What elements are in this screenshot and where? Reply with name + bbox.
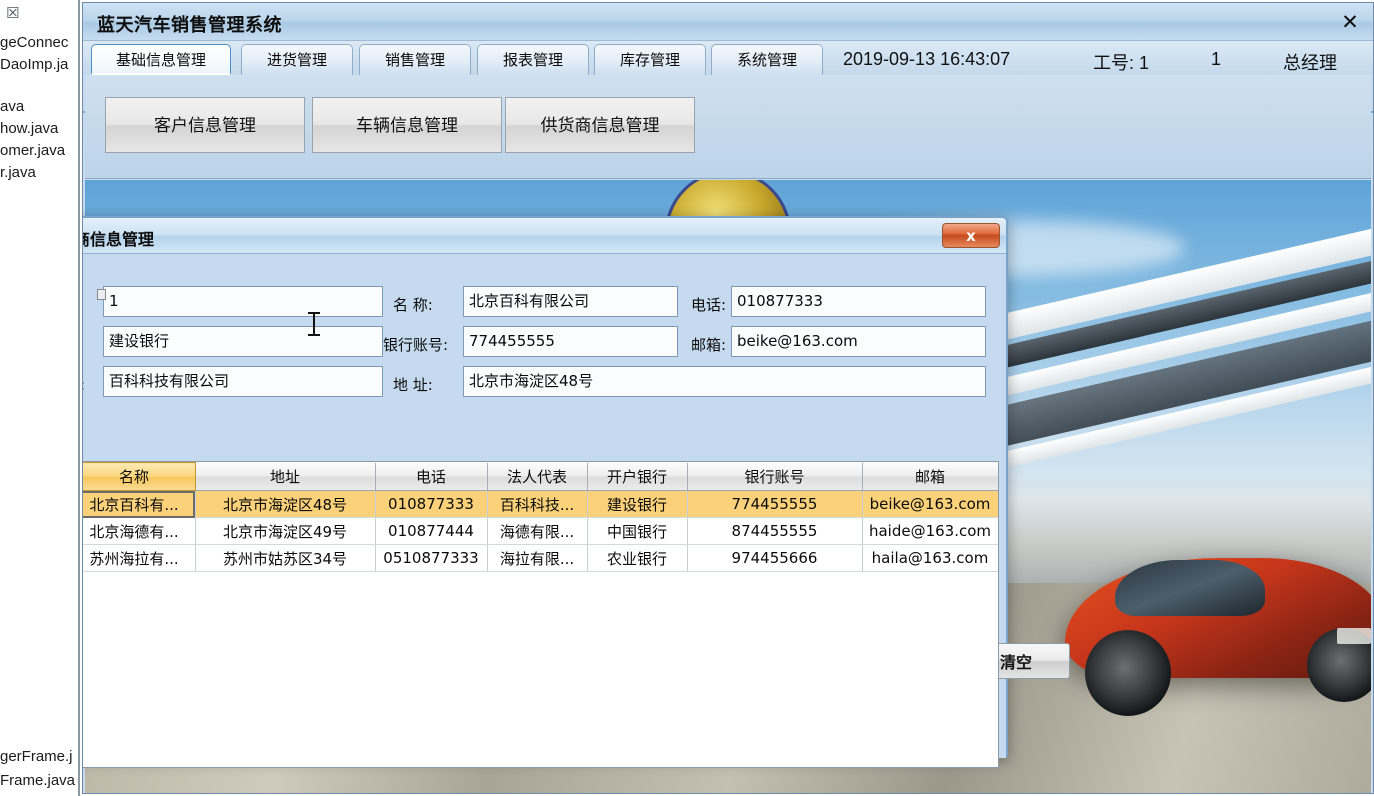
- cell-phone[interactable]: 0510877333: [375, 544, 488, 572]
- input-email[interactable]: beike@163.com: [731, 326, 986, 357]
- main-application-window: 蓝天汽车销售管理系统 ✕ 基础信息管理 进货管理 销售管理 报表管理 库存管理 …: [82, 2, 1374, 794]
- label-address: 地 址:: [393, 376, 433, 394]
- main-window-titlebar: 蓝天汽车销售管理系统 ✕: [83, 3, 1373, 41]
- car-wheel-shape: [1085, 630, 1171, 716]
- ide-file-item[interactable]: Frame.java: [0, 772, 75, 789]
- column-header-account[interactable]: 银行账号: [687, 462, 863, 491]
- basic-info-toolbar-panel: 客户信息管理 车辆信息管理 供货商信息管理: [85, 75, 1371, 179]
- cell-name[interactable]: 苏州海拉有...: [83, 544, 196, 572]
- tab-inventory[interactable]: 库存管理: [594, 44, 706, 75]
- tab-system[interactable]: 系统管理: [711, 44, 823, 75]
- supplier-table[interactable]: 编号 名称 地址 电话 法人代表 开户银行 银行账号 邮箱: [83, 461, 999, 768]
- supplier-info-dialog: ★ 供货商信息管理 x 编 号: 1 名 称: 北京百科有限公司 电话: 010…: [83, 216, 1070, 768]
- app-title: 蓝天汽车销售管理系统: [97, 15, 282, 36]
- dialog-body: 编 号: 1 名 称: 北京百科有限公司 电话: 010877333 开户银行 …: [83, 254, 1070, 768]
- column-header-address[interactable]: 地址: [195, 462, 376, 491]
- label-legal: 法人代表:: [83, 374, 85, 396]
- clear-button-label: 清空: [999, 653, 1032, 672]
- input-legal[interactable]: 百科科技有限公司: [103, 366, 383, 397]
- input-bank[interactable]: 建设银行: [103, 326, 383, 357]
- cell-account[interactable]: 874455555: [687, 517, 863, 545]
- ide-file-item[interactable]: r.java: [0, 164, 36, 181]
- cell-phone[interactable]: 010877333: [375, 490, 488, 518]
- dialog-title: 供货商信息管理: [83, 230, 155, 249]
- cell-address[interactable]: 北京市海淀区49号: [195, 517, 376, 545]
- column-header-phone[interactable]: 电话: [375, 462, 488, 491]
- supplier-info-button[interactable]: 供货商信息管理: [505, 97, 695, 153]
- cell-bank[interactable]: 建设银行: [587, 490, 688, 518]
- header-employee-id: 1: [1211, 49, 1222, 69]
- input-id[interactable]: 1: [103, 286, 383, 317]
- input-address[interactable]: 北京市海淀区48号: [463, 366, 986, 397]
- vehicle-info-button[interactable]: 车辆信息管理: [312, 97, 502, 153]
- column-header-bank[interactable]: 开户银行: [587, 462, 688, 491]
- cell-email[interactable]: haila@163.com: [862, 544, 998, 572]
- ide-file-item[interactable]: omer.java: [0, 142, 65, 159]
- tab-purchase[interactable]: 进货管理: [241, 44, 353, 75]
- ide-file-item[interactable]: geConnec: [0, 34, 68, 51]
- table-header-row: 编号 名称 地址 电话 法人代表 开户银行 银行账号 邮箱: [83, 462, 998, 491]
- close-icon[interactable]: ✕: [1337, 9, 1363, 35]
- car-windshield-shape: [1115, 560, 1265, 616]
- header-datetime: 2019-09-13 16:43:07: [843, 49, 1011, 69]
- tab-basic-info[interactable]: 基础信息管理: [91, 44, 231, 75]
- dialog-titlebar: ★ 供货商信息管理 x: [83, 218, 1006, 254]
- tab-reports[interactable]: 报表管理: [477, 44, 589, 75]
- cell-address[interactable]: 北京市海淀区48号: [195, 490, 376, 518]
- ide-file-item[interactable]: gerFrame.j: [0, 748, 73, 765]
- column-header-email[interactable]: 邮箱: [862, 462, 998, 491]
- cell-name[interactable]: 北京海德有...: [83, 517, 196, 545]
- dialog-close-button[interactable]: x: [942, 223, 1000, 248]
- cell-phone[interactable]: 010877444: [375, 517, 488, 545]
- edit-caret-marker: [97, 289, 106, 300]
- table-row[interactable]: 2 北京海德有... 北京市海淀区49号 010877444 海德有限... 中…: [83, 517, 998, 545]
- cell-bank[interactable]: 农业银行: [587, 544, 688, 572]
- ide-file-item[interactable]: ava: [0, 98, 24, 115]
- ide-close-icon[interactable]: ☒: [6, 4, 19, 22]
- cell-address[interactable]: 苏州市姑苏区34号: [195, 544, 376, 572]
- text-cursor: [308, 312, 320, 336]
- label-account: 银行账号:: [383, 336, 449, 354]
- cell-legal[interactable]: 百科科技...: [487, 490, 588, 518]
- supplier-table-element: 编号 名称 地址 电话 法人代表 开户银行 银行账号 邮箱: [83, 462, 998, 572]
- cell-account[interactable]: 974455666: [687, 544, 863, 572]
- table-row[interactable]: 3 苏州海拉有... 苏州市姑苏区34号 0510877333 海拉有限... …: [83, 544, 998, 572]
- input-phone[interactable]: 010877333: [731, 286, 986, 317]
- tab-sales[interactable]: 销售管理: [359, 44, 471, 75]
- table-empty-area: [83, 572, 998, 767]
- input-name[interactable]: 北京百科有限公司: [463, 286, 678, 317]
- label-phone: 电话:: [691, 296, 727, 314]
- label-name: 名 称:: [393, 296, 433, 314]
- table-row[interactable]: 1 北京百科有... 北京市海淀区48号 010877333 百科科技... 建…: [83, 490, 998, 518]
- cell-email[interactable]: haide@163.com: [862, 517, 998, 545]
- header-employee: 工号: 1: [1093, 53, 1150, 73]
- screen: ☒ geConnec DaoImp.ja ava how.java omer.j…: [0, 0, 1374, 796]
- cell-account[interactable]: 774455555: [687, 490, 863, 518]
- label-email: 邮箱:: [691, 336, 727, 354]
- cell-email[interactable]: beike@163.com: [862, 490, 998, 518]
- car-plate-shape: [1337, 628, 1371, 644]
- ide-panel-divider: [78, 0, 80, 796]
- cell-legal[interactable]: 海拉有限...: [487, 544, 588, 572]
- column-header-name[interactable]: 名称: [83, 462, 196, 491]
- cell-name[interactable]: 北京百科有...: [83, 490, 196, 518]
- input-account[interactable]: 774455555: [463, 326, 678, 357]
- ide-file-item[interactable]: DaoImp.ja: [0, 56, 68, 73]
- column-header-legal[interactable]: 法人代表: [487, 462, 588, 491]
- main-tabstrip: 基础信息管理 进货管理 销售管理 报表管理 库存管理 系统管理: [83, 41, 1373, 113]
- cell-bank[interactable]: 中国银行: [587, 517, 688, 545]
- header-role: 总经理: [1283, 53, 1337, 73]
- cell-legal[interactable]: 海德有限...: [487, 517, 588, 545]
- customer-info-button[interactable]: 客户信息管理: [105, 97, 305, 153]
- ide-file-item[interactable]: how.java: [0, 120, 58, 137]
